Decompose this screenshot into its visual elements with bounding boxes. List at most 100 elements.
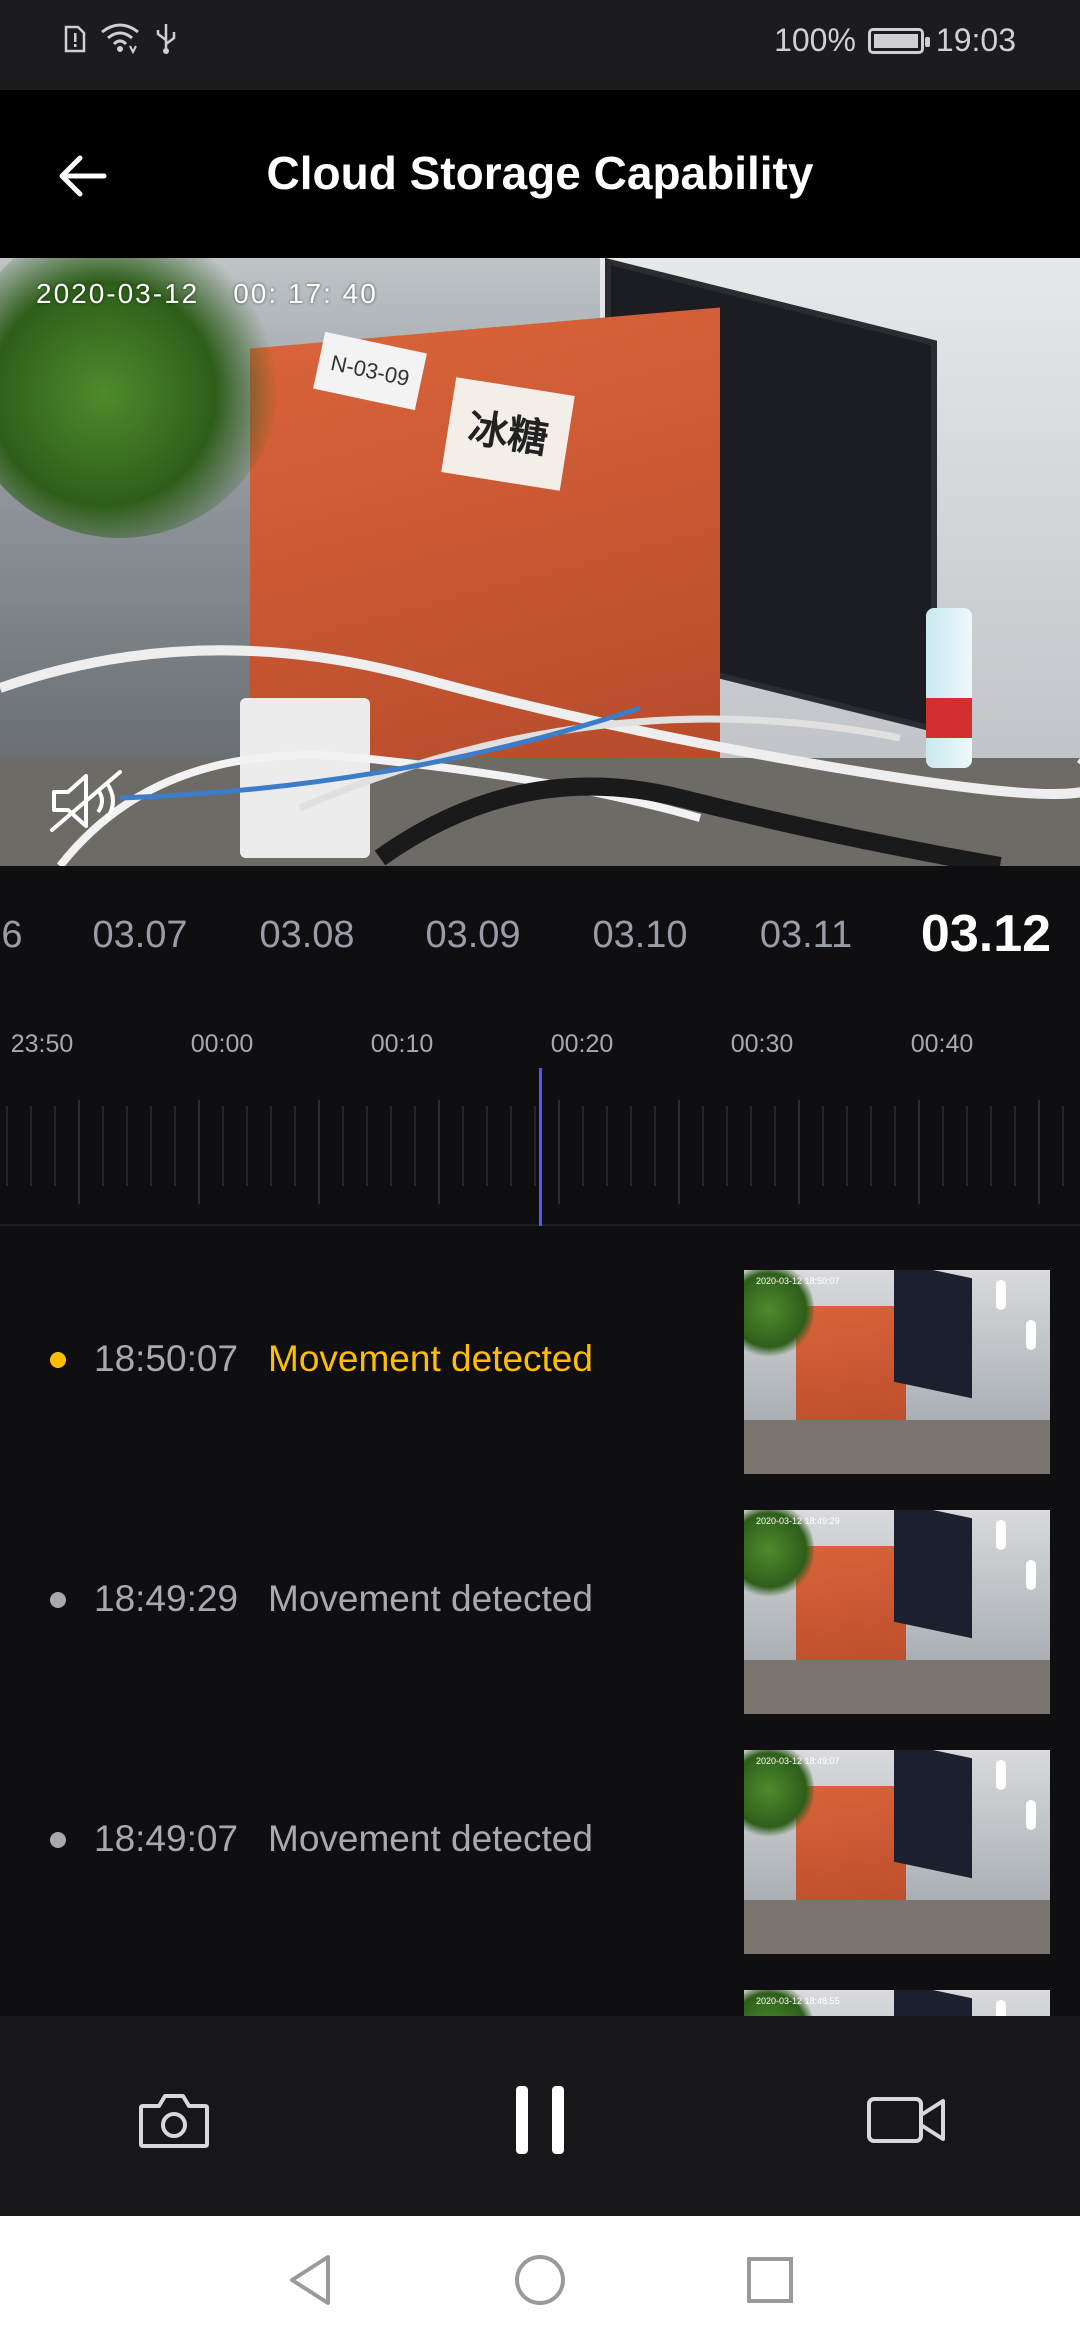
timeline-tick (630, 1106, 632, 1186)
timeline-tick (30, 1106, 32, 1186)
date-selector[interactable]: 6 03.07 03.08 03.09 03.10 03.11 03.12 (0, 866, 1080, 1016)
timeline-label: 00:20 (550, 1030, 614, 1058)
record-button[interactable] (858, 2072, 954, 2168)
event-thumbnail[interactable]: 2020-03-12 18:49:07 (744, 1750, 1050, 1954)
timeline-playhead[interactable] (539, 1068, 542, 1240)
timeline-tick (486, 1106, 488, 1186)
battery-percent: 100% (774, 22, 856, 58)
timeline-tick (822, 1106, 824, 1186)
timeline-tick (318, 1100, 320, 1204)
timeline-tick (6, 1106, 8, 1186)
video-date: 2020-03-12 (36, 278, 200, 309)
nav-back-icon (290, 2255, 330, 2305)
timeline-label: 00:10 (370, 1030, 434, 1058)
playback-controls (0, 2016, 1080, 2216)
date-item[interactable]: 03.08 (259, 914, 354, 957)
pause-icon (516, 2086, 564, 2154)
nav-home-icon (515, 2255, 565, 2305)
timeline-tick (390, 1106, 392, 1186)
date-item[interactable]: 03.09 (425, 914, 520, 957)
timeline-tick (174, 1106, 176, 1186)
speaker-muted-icon (50, 770, 122, 832)
timeline-label: 00:40 (910, 1030, 974, 1058)
event-row[interactable]: 18:50:07 Movement detected 2020-03-12 18… (0, 1240, 1080, 1480)
nav-recents-icon (747, 2257, 793, 2303)
thumbnail-timestamp: 2020-03-12 18:49:07 (756, 1756, 840, 1766)
timeline-tick (198, 1100, 200, 1204)
timeline-tick (606, 1106, 608, 1186)
timeline-tick (78, 1100, 80, 1204)
timeline-tick (1038, 1100, 1040, 1204)
event-thumbnail[interactable]: 2020-03-12 18:48:55 (744, 1990, 1050, 2016)
date-item[interactable]: 03.10 (592, 914, 687, 957)
event-row[interactable]: 18:49:07 Movement detected 2020-03-12 18… (0, 1720, 1080, 1960)
event-row[interactable]: 18:49:29 Movement detected 2020-03-12 18… (0, 1480, 1080, 1720)
video-time: 00: 17: 40 (233, 278, 378, 309)
date-item-selected[interactable]: 03.12 (921, 904, 1051, 964)
thumbnail-timestamp: 2020-03-12 18:49:29 (756, 1516, 840, 1526)
video-timestamp: 2020-03-12 00: 17: 40 (36, 278, 412, 310)
timeline-tick (294, 1106, 296, 1186)
event-time: 18:50:07 (94, 1338, 239, 1379)
timeline-tick (798, 1100, 800, 1204)
timeline-tick (438, 1100, 440, 1204)
event-thumbnail[interactable]: 2020-03-12 18:49:29 (744, 1510, 1050, 1714)
mute-button[interactable] (48, 766, 128, 836)
timeline-tick (942, 1106, 944, 1186)
timeline-tick (510, 1106, 512, 1186)
usb-icon (156, 24, 176, 54)
video-scene-sign: 冰糖 (441, 377, 575, 491)
timeline-tick (1014, 1106, 1016, 1186)
timeline-tick (54, 1106, 56, 1186)
timeline-tick (582, 1106, 584, 1186)
pause-button[interactable] (492, 2072, 588, 2168)
timeline-tick (678, 1100, 680, 1204)
timeline-tick (750, 1106, 752, 1186)
event-indicator (50, 1352, 66, 1368)
event-thumbnail[interactable]: 2020-03-12 18:50:07 (744, 1270, 1050, 1474)
timeline-label: 00:30 (730, 1030, 794, 1058)
timeline-tick (222, 1106, 224, 1186)
video-camera-icon (867, 2097, 945, 2143)
page-title: Cloud Storage Capability (266, 147, 814, 199)
date-item[interactable]: 03.11 (760, 914, 852, 957)
snapshot-button[interactable] (126, 2072, 222, 2168)
video-player[interactable]: N-03-09 冰糖 2020-03-12 00: 17: 40 (0, 258, 1080, 866)
timeline-scrubber[interactable]: 23:50 00:00 00:10 00:20 00:30 00:40 (0, 1016, 1080, 1240)
battery-charging-icon (867, 27, 930, 54)
nav-back-button[interactable] (278, 2248, 342, 2312)
event-row[interactable]: 2020-03-12 18:48:55 (0, 1960, 1080, 2016)
timeline-tick (894, 1106, 896, 1186)
timeline-tick (414, 1106, 416, 1186)
event-indicator (50, 1592, 66, 1608)
event-list[interactable]: 18:50:07 Movement detected 2020-03-12 18… (0, 1226, 1080, 2016)
timeline-tick (702, 1106, 704, 1186)
nav-recents-button[interactable] (738, 2248, 802, 2312)
system-nav-bar (0, 2216, 1080, 2340)
nav-home-button[interactable] (508, 2248, 572, 2312)
timeline-label: 23:50 (10, 1030, 74, 1058)
video-scene-cables (0, 645, 1080, 866)
event-label: Movement detected (268, 1338, 593, 1379)
camera-icon (139, 2094, 209, 2148)
timeline-tick (726, 1106, 728, 1186)
timeline-tick (846, 1106, 848, 1186)
timeline-tick (918, 1100, 920, 1204)
timeline-tick (558, 1100, 560, 1204)
date-item[interactable]: 03.07 (92, 914, 187, 957)
event-label: Movement detected (268, 1578, 593, 1619)
timeline-tick (150, 1106, 152, 1186)
thumbnail-timestamp: 2020-03-12 18:48:55 (756, 1996, 840, 2006)
timeline-tick (342, 1106, 344, 1186)
timeline-tick (102, 1106, 104, 1186)
timeline-tick (774, 1106, 776, 1186)
timeline-tick (1062, 1106, 1064, 1186)
date-item[interactable]: 6 (1, 914, 22, 957)
status-time: 19:03 (935, 22, 1016, 58)
timeline-tick (126, 1106, 128, 1186)
timeline-tick (366, 1106, 368, 1186)
event-indicator (50, 1832, 66, 1848)
timeline-label: 00:00 (190, 1030, 254, 1058)
timeline-tick (534, 1106, 536, 1186)
timeline-tick (654, 1106, 656, 1186)
